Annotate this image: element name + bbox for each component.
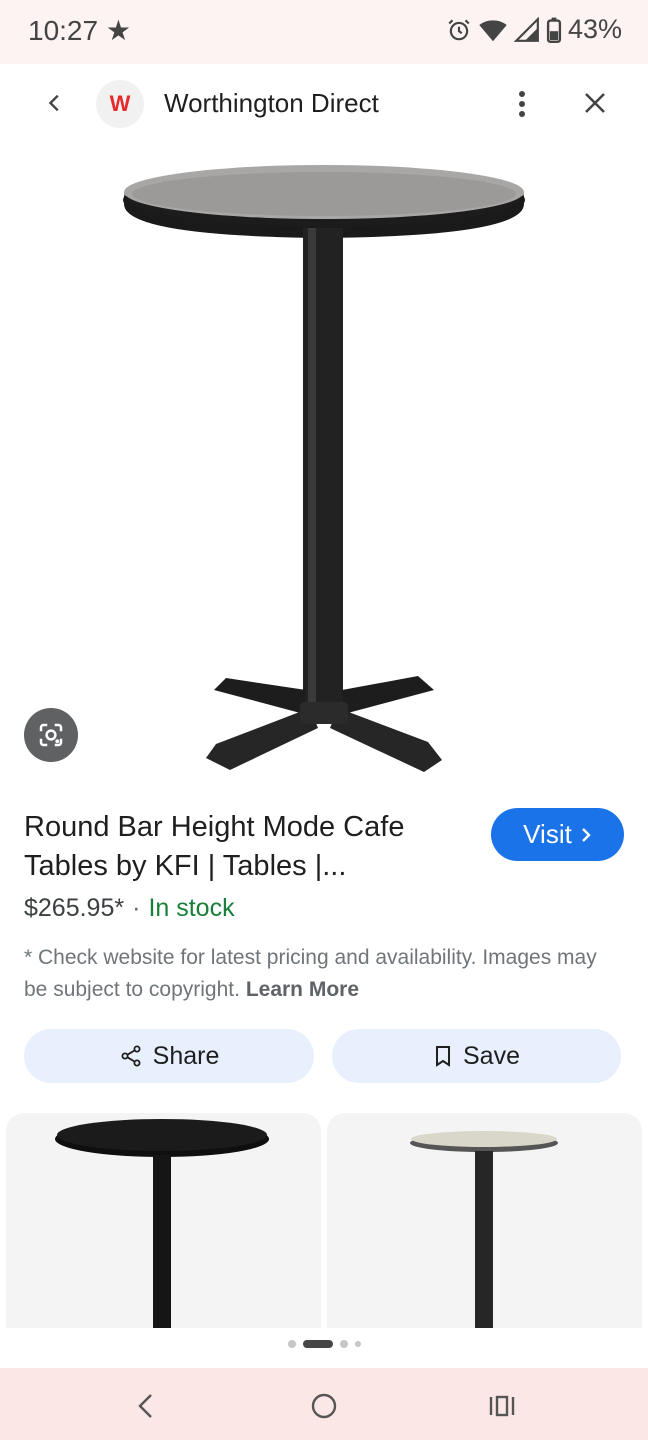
stock-status: In stock	[148, 894, 235, 922]
battery-icon	[546, 17, 562, 43]
nav-recents-icon	[489, 1395, 515, 1417]
back-arrow-icon	[48, 94, 59, 112]
learn-more-link[interactable]: Learn More	[246, 978, 359, 1001]
bookmark-icon	[436, 1046, 450, 1067]
visit-button[interactable]: Visit	[491, 808, 624, 861]
nav-back-icon	[138, 1394, 152, 1418]
related-image-1[interactable]	[6, 1113, 321, 1328]
related-table-image-2	[410, 1131, 558, 1328]
nav-back-button[interactable]	[126, 1386, 166, 1426]
carousel-indicator	[0, 1340, 648, 1348]
product-title[interactable]: Round Bar Height Mode Cafe Tables by KFI…	[24, 808, 474, 886]
status-bar: 10:27 ★ 43%	[0, 0, 648, 64]
back-button[interactable]	[36, 84, 74, 122]
carousel-dot	[287, 1340, 296, 1348]
price-row: $265.95* · In stock	[24, 894, 235, 923]
share-button[interactable]: Share	[24, 1029, 314, 1083]
status-icons: 43%	[446, 14, 622, 45]
alarm-icon	[448, 18, 470, 40]
more-vert-icon	[519, 91, 525, 117]
separator: ·	[132, 894, 141, 922]
carousel-dot	[354, 1341, 361, 1347]
site-name[interactable]: Worthington Direct	[164, 88, 379, 119]
save-button[interactable]: Save	[332, 1029, 621, 1083]
share-label: Share	[152, 1041, 220, 1070]
chevron-right-icon	[581, 827, 591, 842]
related-table-image-1	[55, 1119, 269, 1328]
share-icon	[121, 1045, 141, 1067]
more-options-button[interactable]	[504, 84, 540, 124]
nav-recents-button[interactable]	[482, 1386, 522, 1426]
disclaimer: * Check website for latest pricing and a…	[24, 942, 624, 1006]
system-navigation-bar	[0, 1368, 648, 1440]
logo-letter: W	[109, 91, 131, 116]
battery-percent: 43%	[567, 14, 622, 44]
site-header: W Worthington Direct	[0, 64, 648, 142]
signal-icon	[513, 16, 539, 42]
lens-icon	[39, 723, 63, 747]
star-icon: ★	[105, 15, 131, 46]
close-icon	[585, 93, 605, 113]
lens-button[interactable]	[24, 708, 78, 762]
close-button[interactable]	[576, 84, 614, 122]
save-label: Save	[463, 1041, 520, 1070]
site-logo[interactable]: W	[96, 80, 144, 128]
nav-home-icon	[311, 1393, 337, 1419]
visit-label: Visit	[523, 819, 572, 849]
product-image[interactable]	[0, 142, 648, 782]
wifi-icon	[479, 19, 507, 41]
related-image-2[interactable]	[327, 1113, 642, 1328]
clock-text: 10:27	[28, 15, 99, 46]
carousel-dot-active	[302, 1340, 333, 1348]
nav-home-button[interactable]	[304, 1386, 344, 1426]
carousel-dot	[339, 1340, 348, 1348]
status-time: 10:27 ★	[28, 14, 131, 47]
price: $265.95*	[24, 894, 125, 922]
